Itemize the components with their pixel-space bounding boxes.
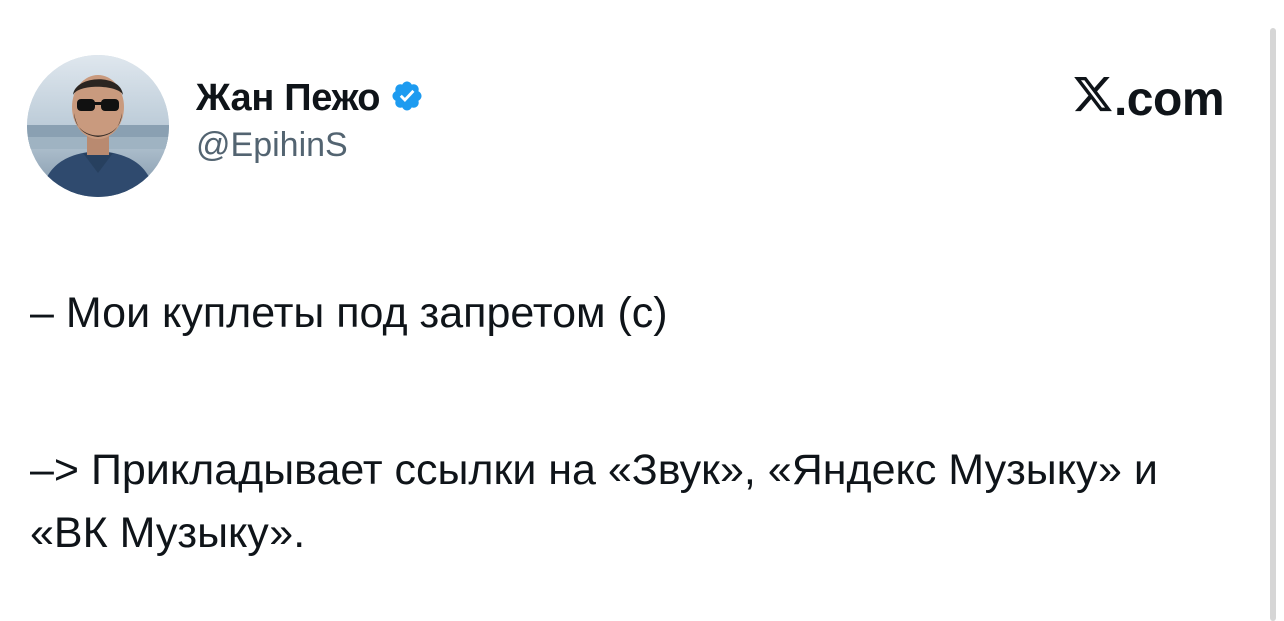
brand-logo[interactable]: .com (1072, 72, 1225, 127)
avatar-photo (27, 55, 169, 197)
tweet-line-2: –> Прикладывает ссылки на «Звук», «Яндек… (30, 446, 1158, 557)
display-name[interactable]: Жан Пежо (196, 77, 381, 120)
name-row: Жан Пежо (196, 72, 424, 124)
x-logo-icon (1072, 72, 1114, 127)
verified-badge-icon (390, 79, 424, 118)
tweet-line-1: – Мои куплеты под запретом (с) (30, 289, 668, 337)
avatar[interactable] (27, 55, 169, 197)
author-handle[interactable]: @EpihinS (196, 126, 424, 165)
scrollbar[interactable] (1270, 28, 1276, 621)
brand-suffix: .com (1113, 73, 1225, 126)
tweet-text: – Мои куплеты под запретом (с) –> Прикла… (30, 282, 1220, 565)
author-info: Жан Пежо @EpihinS (196, 72, 424, 165)
tweet-card: Жан Пежо @EpihinS .com – Мои куплеты под… (0, 0, 1284, 621)
